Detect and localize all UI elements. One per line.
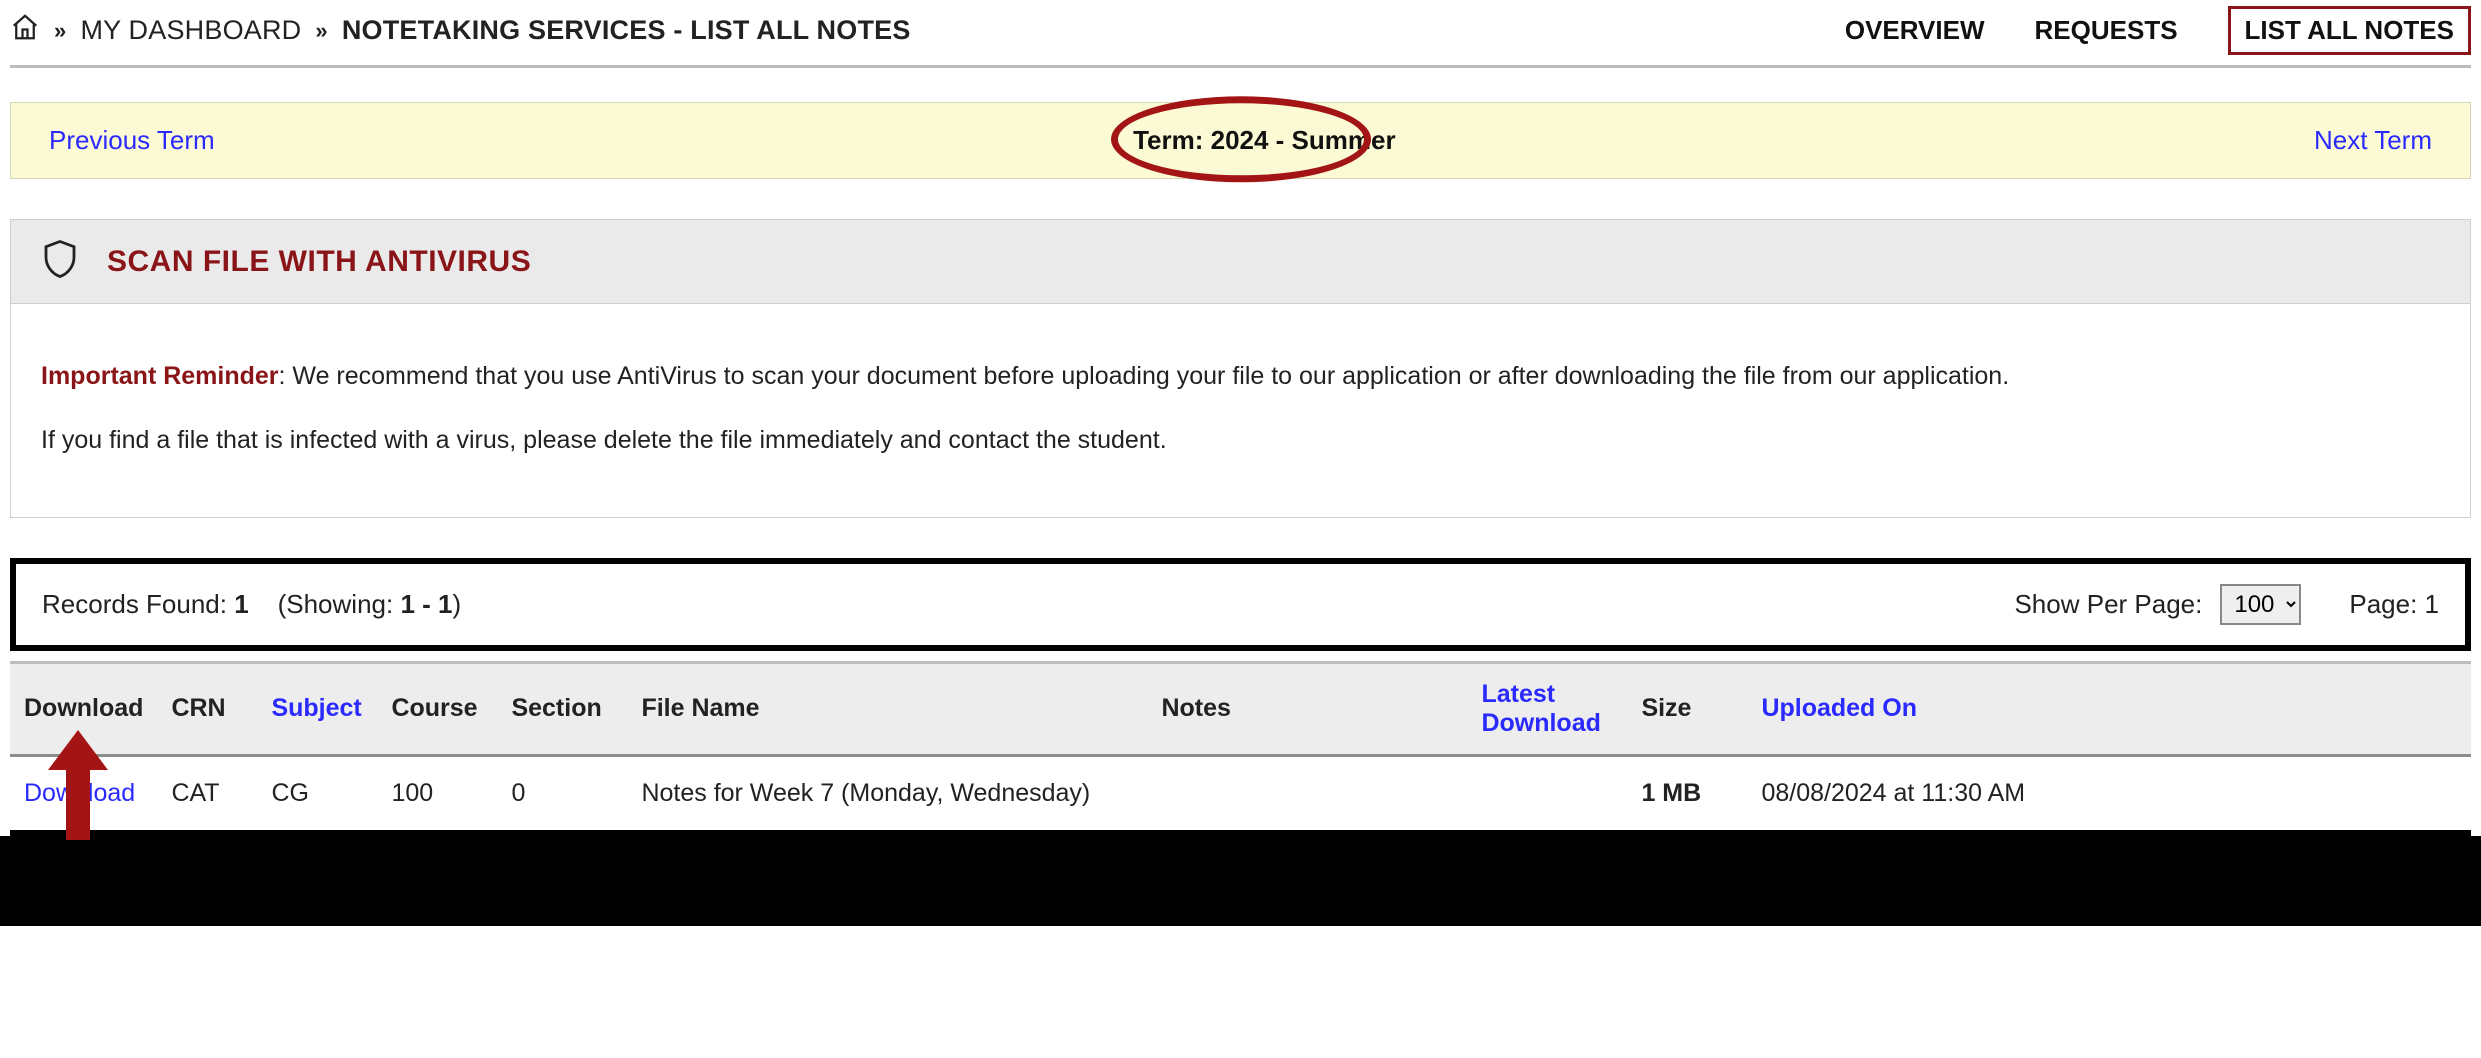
col-uploaded-on[interactable]: Uploaded On [1747, 662, 2471, 755]
cell-uploaded-on: 08/08/2024 at 11:30 AM [1747, 755, 2471, 833]
table-header-row: Download CRN Subject Course Section File… [10, 662, 2471, 755]
chevron-icon: » [54, 18, 66, 44]
nav-requests[interactable]: REQUESTS [2035, 15, 2178, 46]
cell-file-name: Notes for Week 7 (Monday, Wednesday) [627, 755, 1147, 833]
col-notes: Notes [1147, 662, 1467, 755]
panel-header: SCAN FILE WITH ANTIVIRUS [11, 220, 2470, 304]
cell-latest-download [1467, 755, 1627, 833]
records-showing-range: 1 - 1 [400, 589, 452, 619]
chevron-icon: » [315, 18, 327, 44]
notes-table: Download CRN Subject Course Section File… [10, 661, 2471, 836]
home-icon[interactable] [10, 12, 40, 49]
reminder-text: : We recommend that you use AntiVirus to… [279, 362, 2010, 390]
col-section: Section [497, 662, 627, 755]
next-term-link[interactable]: Next Term [2314, 125, 2432, 156]
term-label: Term: 2024 - Summer [1133, 125, 1396, 156]
cell-crn: CAT [157, 755, 257, 833]
records-found: Records Found: 1 (Showing: 1 - 1) [42, 589, 461, 620]
cell-subject: CG [257, 755, 377, 833]
records-showing-close: ) [452, 589, 461, 619]
records-found-label: Records Found: [42, 589, 234, 619]
records-found-value: 1 [234, 589, 248, 619]
per-page-select[interactable]: 100 [2220, 584, 2301, 625]
col-subject[interactable]: Subject [257, 662, 377, 755]
table-row: Download CAT CG 100 0 Notes for Week 7 (… [10, 755, 2471, 833]
antivirus-panel: SCAN FILE WITH ANTIVIRUS Important Remin… [10, 219, 2471, 518]
top-nav: OVERVIEW REQUESTS LIST ALL NOTES [1845, 6, 2471, 55]
breadcrumb-dashboard[interactable]: MY DASHBOARD [80, 15, 301, 46]
cell-size: 1 MB [1627, 755, 1747, 833]
panel-title: SCAN FILE WITH ANTIVIRUS [107, 245, 531, 279]
per-page-label: Show Per Page: [2014, 589, 2202, 620]
records-showing-label: (Showing: [278, 589, 401, 619]
bottom-strip [0, 836, 2481, 926]
shield-icon [39, 238, 81, 285]
records-pagination: Show Per Page: 100 Page: 1 [2014, 584, 2439, 625]
reminder-lead: Important Reminder [41, 362, 279, 390]
reminder-line-2: If you find a file that is infected with… [41, 421, 2440, 460]
breadcrumb: » MY DASHBOARD » NOTETAKING SERVICES - L… [10, 12, 911, 49]
cell-notes [1147, 755, 1467, 833]
page-label: Page: 1 [2349, 589, 2439, 620]
col-size: Size [1627, 662, 1747, 755]
previous-term-link[interactable]: Previous Term [49, 125, 215, 156]
nav-overview[interactable]: OVERVIEW [1845, 15, 1985, 46]
records-summary-bar: Records Found: 1 (Showing: 1 - 1) Show P… [10, 558, 2471, 651]
col-course: Course [377, 662, 497, 755]
cell-course: 100 [377, 755, 497, 833]
reminder-line-1: Important Reminder: We recommend that yo… [41, 357, 2440, 396]
top-bar: » MY DASHBOARD » NOTETAKING SERVICES - L… [10, 0, 2471, 68]
col-download: Download [10, 662, 157, 755]
col-latest-download[interactable]: Latest Download [1467, 662, 1627, 755]
term-selector-bar: Previous Term Term: 2024 - Summer Next T… [10, 102, 2471, 179]
cell-section: 0 [497, 755, 627, 833]
download-link[interactable]: Download [24, 779, 135, 807]
nav-list-all-notes[interactable]: LIST ALL NOTES [2228, 6, 2471, 55]
panel-body: Important Reminder: We recommend that yo… [11, 304, 2470, 517]
col-crn: CRN [157, 662, 257, 755]
breadcrumb-current: NOTETAKING SERVICES - LIST ALL NOTES [342, 15, 911, 46]
col-file-name: File Name [627, 662, 1147, 755]
